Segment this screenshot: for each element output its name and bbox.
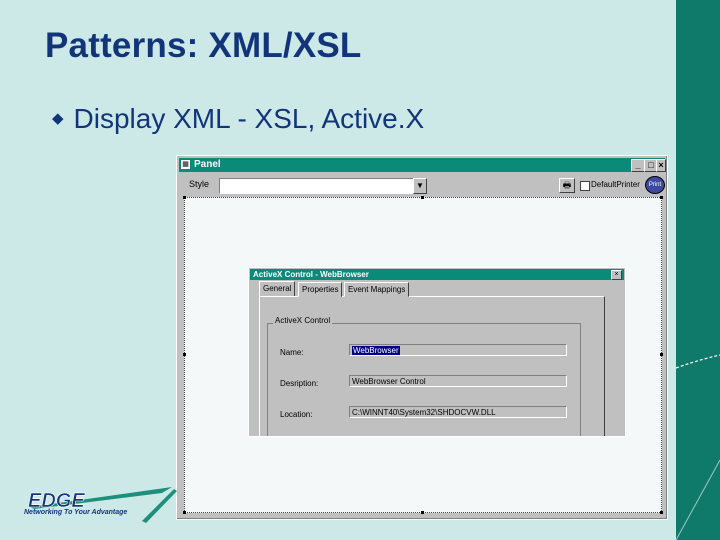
description-field[interactable]: WebBrowser Control: [349, 375, 567, 387]
print-button[interactable]: Print: [645, 176, 665, 194]
edge-logo: EDGE: [28, 487, 177, 523]
logo-tagline: Networking To Your Advantage: [24, 509, 128, 516]
dialog-titlebar[interactable]: ActiveX Control - WebBrowser ×: [250, 269, 624, 280]
design-canvas[interactable]: ActiveX Control - WebBrowser × General P…: [183, 196, 663, 514]
style-label: Style: [189, 179, 210, 189]
wave-lines-decoration: [676, 354, 720, 540]
printer-icon[interactable]: 🖶: [559, 178, 575, 193]
panel-window: ▦ Panel _ □ × Style ▼ 🖶 DefaultPrinter P…: [176, 155, 668, 520]
resize-handle[interactable]: [183, 196, 186, 199]
resize-handle[interactable]: [421, 196, 424, 199]
chevron-down-icon[interactable]: ▼: [413, 178, 427, 194]
default-printer-label: DefaultPrinter: [591, 180, 640, 189]
close-icon[interactable]: ×: [611, 270, 622, 280]
default-printer-checkbox[interactable]: [580, 181, 590, 191]
diamond-bullet-icon: ◆: [52, 109, 64, 127]
tab-properties[interactable]: Properties: [298, 282, 343, 297]
resize-handle[interactable]: [660, 511, 663, 514]
window-app-icon[interactable]: ▦: [181, 160, 190, 169]
resize-handle[interactable]: [421, 511, 424, 514]
name-label: Name:: [280, 348, 304, 357]
bullet-text: Display XML - XSL, Active.X: [73, 103, 425, 134]
description-label: Desription:: [280, 379, 319, 388]
group-label: ActiveX Control: [273, 316, 333, 325]
tab-general[interactable]: General: [259, 281, 296, 296]
dialog-title: ActiveX Control - WebBrowser: [253, 270, 369, 279]
activex-dialog: ActiveX Control - WebBrowser × General P…: [248, 267, 626, 437]
close-icon[interactable]: ×: [656, 159, 666, 172]
window-titlebar[interactable]: ▦ Panel _ □ ×: [179, 158, 666, 172]
resize-handle[interactable]: [183, 353, 186, 356]
slide-title: Patterns: XML/XSL: [45, 26, 362, 65]
name-field[interactable]: WebBrowser: [349, 344, 567, 356]
resize-handle[interactable]: [660, 196, 663, 199]
style-combobox[interactable]: [219, 178, 414, 194]
bullet-item: ◆ Display XML - XSL, Active.X: [52, 103, 424, 135]
minimize-icon[interactable]: _: [631, 159, 645, 172]
decorative-side-band: [676, 0, 720, 540]
location-field[interactable]: C:\WINNT40\System32\SHDOCVW.DLL: [349, 406, 567, 418]
name-value: WebBrowser: [352, 346, 400, 355]
window-title: Panel: [194, 159, 221, 170]
tab-event-mappings[interactable]: Event Mappings: [344, 282, 410, 297]
location-label: Location:: [280, 410, 313, 419]
resize-handle[interactable]: [660, 353, 663, 356]
resize-handle[interactable]: [183, 511, 186, 514]
